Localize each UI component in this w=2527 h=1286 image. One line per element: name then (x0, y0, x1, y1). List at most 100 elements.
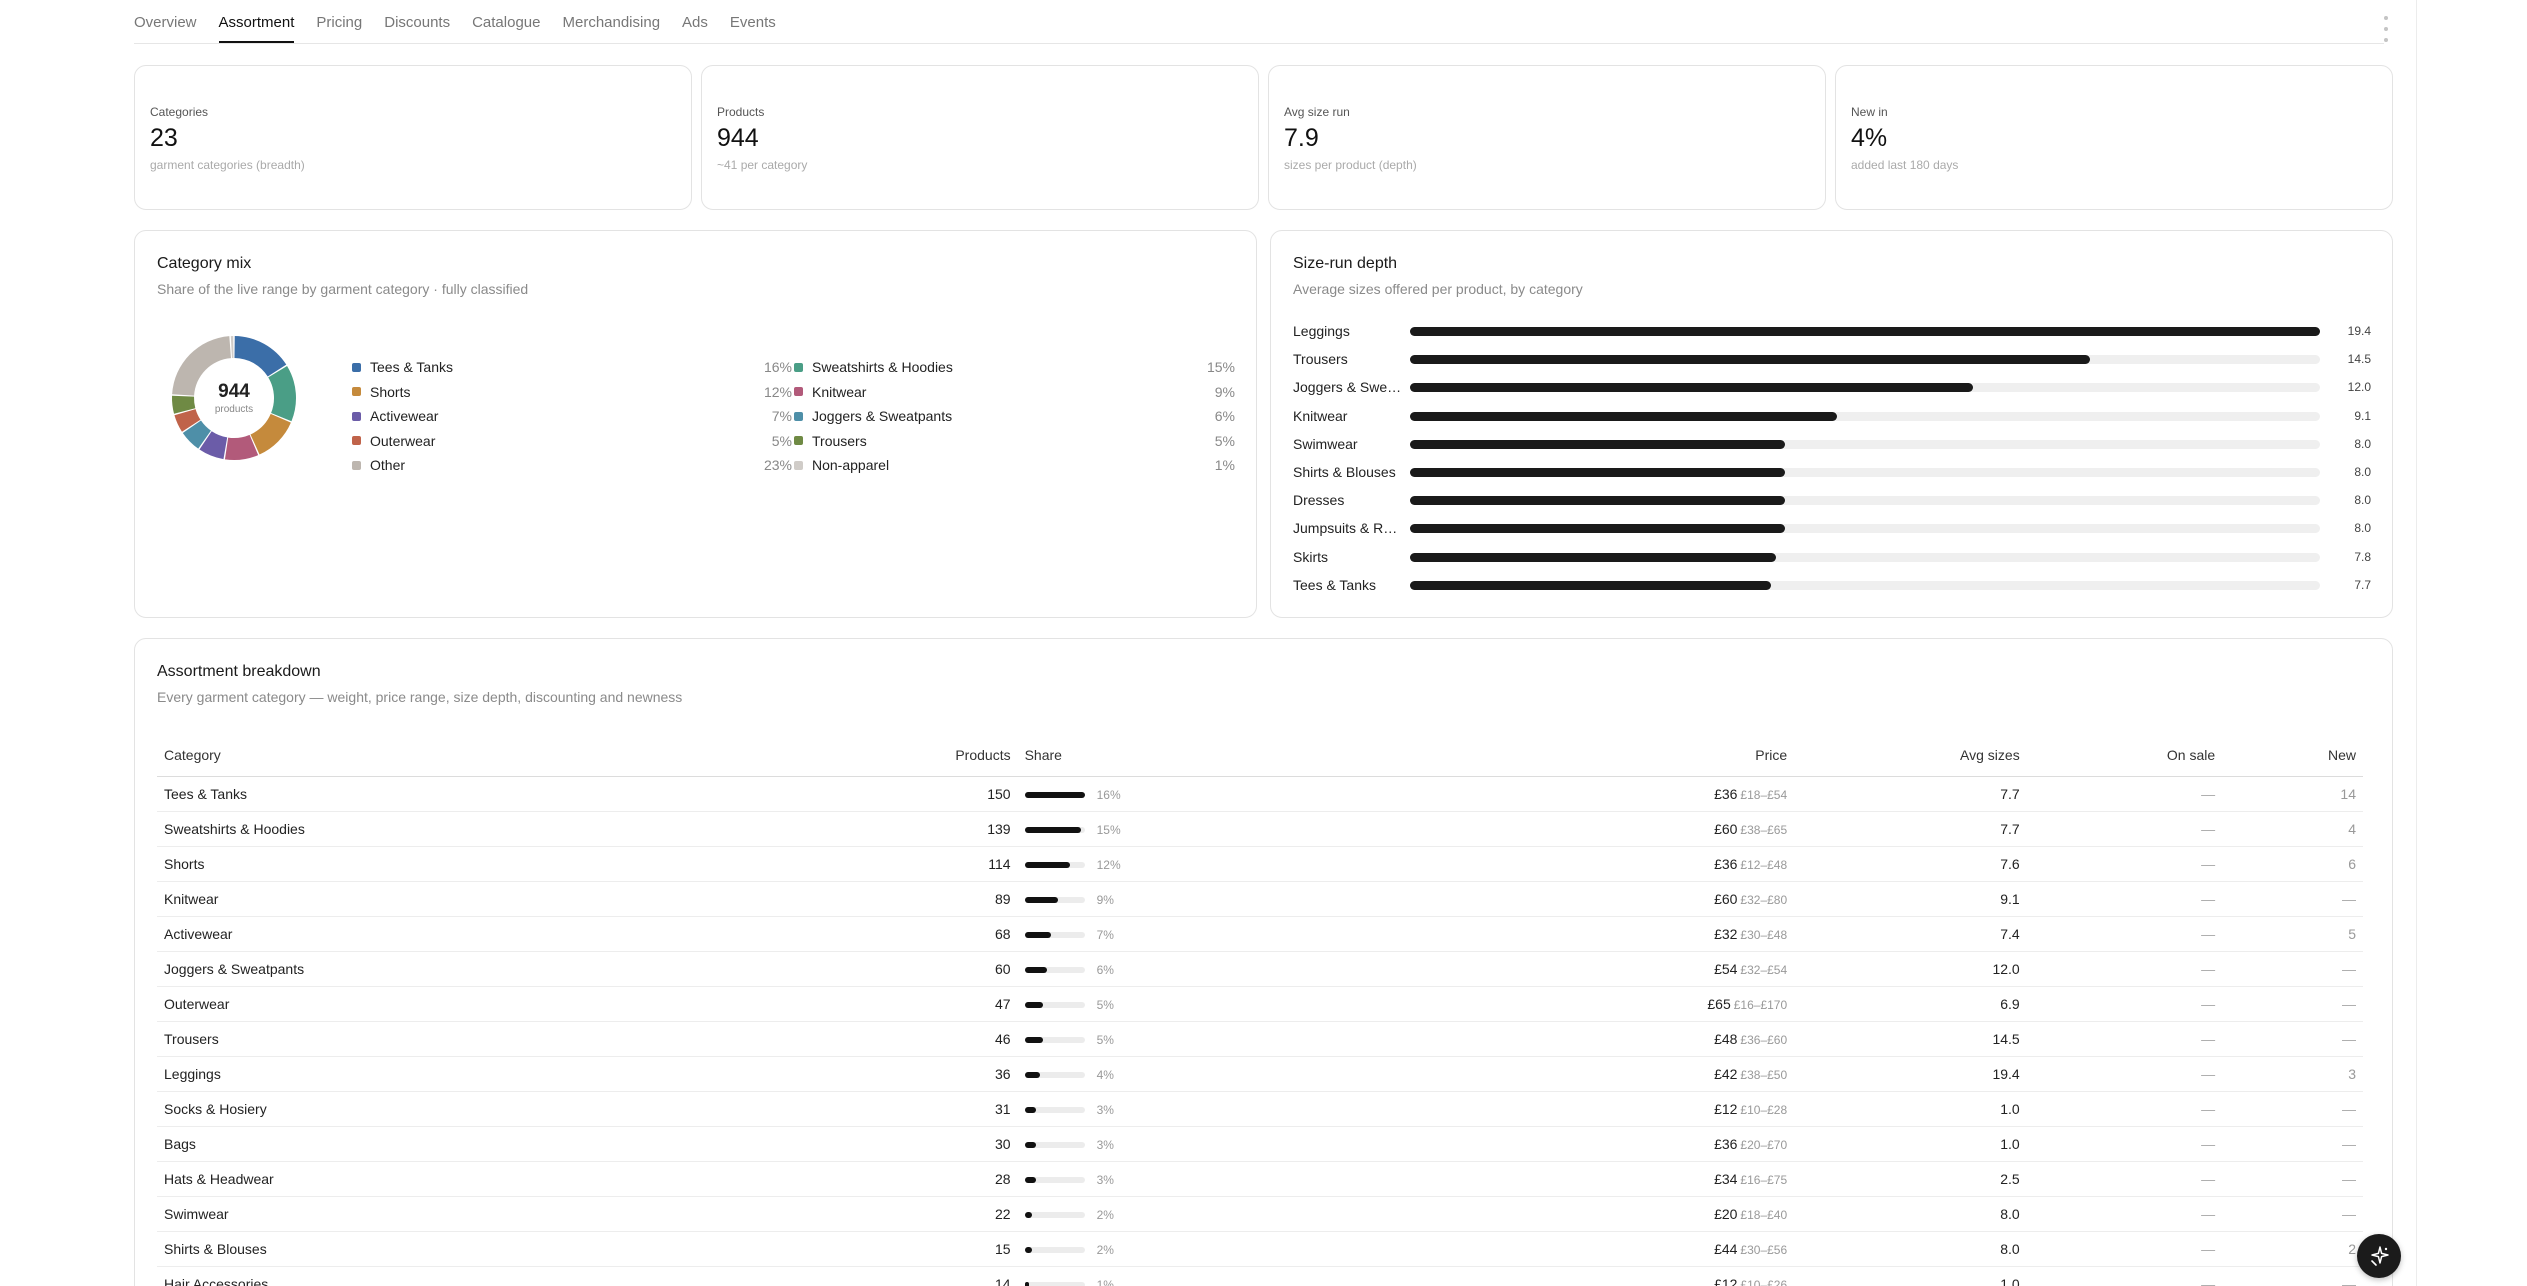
table-row[interactable]: Swimwear 22 2% £20 £18–£40 8.0 — — (157, 1196, 2363, 1232)
cell-on-sale: — (2026, 1161, 2223, 1197)
more-options-icon[interactable] (2383, 16, 2389, 42)
price-median: £36 (1714, 855, 1738, 872)
cell-avg-sizes: 1.0 (1794, 1266, 2027, 1286)
legend-item[interactable]: Outerwear 5% (352, 431, 792, 451)
size-run-label: Leggings (1293, 323, 1350, 339)
category-mix-title: Category mix (157, 255, 252, 272)
cell-category: Shirts & Blouses (157, 1231, 902, 1267)
cell-share: 1% (1017, 1266, 1668, 1286)
size-run-row: Tees & Tanks 7.7 (1293, 575, 2371, 595)
col-new[interactable]: New (2222, 734, 2363, 777)
size-run-bar[interactable] (1410, 355, 2091, 365)
col-share[interactable]: Share (1017, 734, 1668, 777)
size-run-panel: Size-run depth Average sizes offered per… (1270, 230, 2393, 618)
price-median: £48 (1714, 1030, 1738, 1047)
col-price[interactable]: Price (1667, 734, 1795, 777)
assistant-button[interactable] (2357, 1234, 2401, 1278)
share-bar (1024, 1106, 1036, 1113)
col-category[interactable]: Category (157, 734, 902, 777)
size-run-bar[interactable] (1410, 580, 1772, 590)
share-bar (1024, 896, 1059, 903)
share-bar (1024, 861, 1070, 868)
table-row[interactable]: Bags 30 3% £36 £20–£70 1.0 — — (157, 1126, 2363, 1162)
table-row[interactable]: Outerwear 47 5% £65 £16–£170 6.9 — — (157, 986, 2363, 1022)
cell-new: — (2222, 1126, 2363, 1162)
donut-total: 944 (218, 381, 250, 402)
cell-share: 4% (1017, 1056, 1668, 1092)
table-row[interactable]: Hats & Headwear 28 3% £34 £16–£75 2.5 — — (157, 1161, 2363, 1197)
tab-merchandising[interactable]: Merchandising (562, 14, 660, 43)
kpi-value: 23 (150, 124, 178, 152)
share-track (1024, 1036, 1085, 1043)
size-run-bar[interactable] (1410, 411, 1837, 421)
size-run-bar[interactable] (1410, 383, 1973, 393)
tab-overview[interactable]: Overview (134, 14, 197, 43)
legend-item[interactable]: Activewear 7% (352, 406, 792, 426)
cell-price: £20 £18–£40 (1667, 1196, 1795, 1232)
size-run-track (1410, 552, 2320, 562)
legend-swatch (794, 411, 803, 421)
table-header-row: Category Products Share Price Avg sizes … (157, 734, 2363, 777)
size-run-bar[interactable] (1410, 439, 1786, 449)
price-median: £54 (1714, 960, 1738, 977)
legend-item[interactable]: Non-apparel 1% (794, 455, 1235, 475)
legend-item[interactable]: Shorts 12% (352, 382, 792, 402)
share-track (1024, 1106, 1085, 1113)
table-row[interactable]: Knitwear 89 9% £60 £32–£80 9.1 — — (157, 881, 2363, 917)
tab-discounts[interactable]: Discounts (384, 14, 450, 43)
legend-item[interactable]: Other 23% (352, 455, 792, 475)
cell-share: 9% (1017, 881, 1668, 917)
size-run-bar[interactable] (1410, 552, 1776, 562)
kpi-value: 944 (717, 124, 759, 152)
share-track (1024, 826, 1085, 833)
size-run-bar[interactable] (1410, 524, 1786, 534)
cell-share: 7% (1017, 916, 1668, 952)
cell-share: 3% (1017, 1091, 1668, 1127)
size-run-row: Trousers 14.5 (1293, 349, 2371, 369)
cell-new: — (2222, 881, 2363, 917)
table-row[interactable]: Leggings 36 4% £42 £38–£50 19.4 — 3 (157, 1056, 2363, 1092)
price-median: £20 (1714, 1205, 1738, 1222)
size-run-bar[interactable] (1410, 468, 1786, 477)
cell-avg-sizes: 12.0 (1794, 951, 2027, 987)
table-row[interactable]: Activewear 68 7% £32 £30–£48 7.4 — 5 (157, 916, 2363, 952)
col-on-sale[interactable]: On sale (2026, 734, 2223, 777)
table-row[interactable]: Shorts 114 12% £36 £12–£48 7.6 — 6 (157, 846, 2363, 882)
price-range: £10–£26 (1740, 1277, 1788, 1286)
cell-category: Tees & Tanks (157, 776, 902, 812)
col-avg-sizes[interactable]: Avg sizes (1794, 734, 2027, 777)
kpi-card-new-in: New in 4% added last 180 days (1835, 65, 2393, 210)
tab-pricing[interactable]: Pricing (316, 14, 362, 43)
legend-item[interactable]: Trousers 5% (794, 431, 1235, 451)
cell-category: Activewear (157, 916, 902, 952)
table-row[interactable]: Trousers 46 5% £48 £36–£60 14.5 — — (157, 1021, 2363, 1057)
cell-avg-sizes: 7.4 (1794, 916, 2027, 952)
legend-item[interactable]: Sweatshirts & Hoodies 15% (794, 357, 1235, 377)
tab-events[interactable]: Events (730, 14, 776, 43)
size-run-label: Skirts (1293, 548, 1328, 565)
cell-on-sale: — (2026, 1021, 2223, 1057)
legend-percent: 5% (1214, 432, 1235, 449)
size-run-bar[interactable] (1410, 496, 1786, 506)
cell-avg-sizes: 1.0 (1794, 1126, 2027, 1162)
size-run-bar[interactable] (1410, 327, 2320, 336)
table-row[interactable]: Sweatshirts & Hoodies 139 15% £60 £38–£65… (157, 811, 2363, 847)
cell-new: — (2222, 1266, 2363, 1286)
tab-assortment[interactable]: Assortment (218, 14, 295, 43)
tab-catalogue[interactable]: Catalogue (472, 14, 540, 43)
tab-ads[interactable]: Ads (682, 14, 708, 43)
cell-category: Bags (157, 1126, 902, 1162)
size-run-row: Leggings 19.4 (1293, 321, 2371, 341)
col-products[interactable]: Products (901, 734, 1018, 777)
legend-item[interactable]: Tees & Tanks 16% (352, 357, 792, 377)
table-row[interactable]: Shirts & Blouses 15 2% £44 £30–£56 8.0 — … (157, 1231, 2363, 1267)
table-row[interactable]: Hair Accessories 14 1% £12 £10–£26 1.0 — … (157, 1266, 2363, 1286)
legend-item[interactable]: Knitwear 9% (794, 382, 1235, 402)
table-row[interactable]: Tees & Tanks 150 16% £36 £18–£54 7.7 — 14 (157, 776, 2363, 812)
cell-products: 15 (901, 1231, 1018, 1267)
size-run-value: 8.0 (2354, 493, 2371, 508)
table-row[interactable]: Socks & Hosiery 31 3% £12 £10–£28 1.0 — — (157, 1091, 2363, 1127)
table-row[interactable]: Joggers & Sweatpants 60 6% £54 £32–£54 12… (157, 951, 2363, 987)
cell-products: 46 (901, 1021, 1018, 1057)
legend-item[interactable]: Joggers & Sweatpants 6% (794, 406, 1235, 426)
